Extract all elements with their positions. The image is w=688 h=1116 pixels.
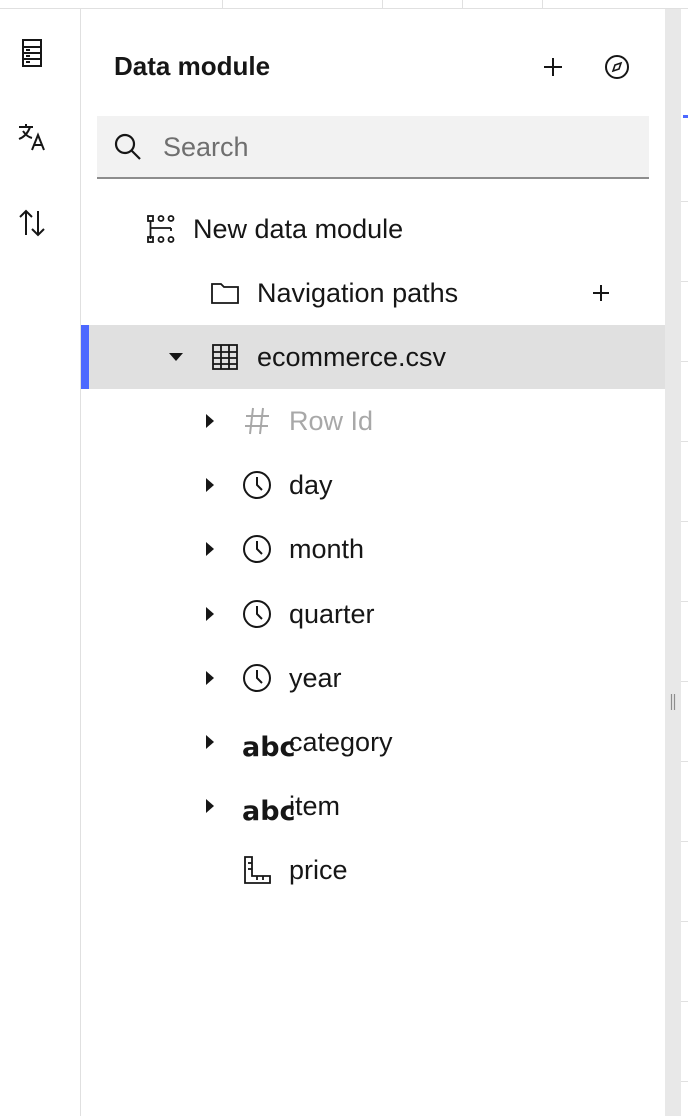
plus-icon bbox=[544, 58, 562, 76]
column-label: Row Id bbox=[289, 406, 374, 436]
data-module-icon bbox=[147, 215, 175, 243]
drag-handle-icon[interactable] bbox=[669, 693, 677, 711]
tree-item-data-module[interactable]: New data module bbox=[81, 197, 665, 261]
clock-icon bbox=[243, 471, 271, 499]
column-divider bbox=[222, 0, 223, 8]
data-table-icon bbox=[22, 39, 42, 67]
abc-icon: abc bbox=[242, 732, 296, 763]
tree-item-navigation-paths[interactable]: Navigation paths bbox=[81, 261, 665, 325]
panel-splitter[interactable] bbox=[665, 9, 681, 1116]
ruler-icon bbox=[244, 856, 271, 884]
search-input[interactable] bbox=[161, 124, 635, 170]
tree-item-label: New data module bbox=[193, 214, 404, 244]
folder-icon bbox=[211, 283, 239, 304]
top-strip bbox=[0, 0, 688, 9]
caret-right-icon[interactable] bbox=[201, 412, 219, 430]
hash-icon bbox=[245, 407, 269, 435]
column-divider bbox=[462, 0, 463, 8]
column-label: day bbox=[289, 470, 333, 500]
caret-down-icon[interactable] bbox=[167, 348, 185, 366]
column-item-month[interactable]: month bbox=[81, 517, 665, 581]
compass-icon bbox=[605, 55, 629, 79]
sort-button[interactable] bbox=[8, 199, 56, 247]
canvas-selection-accent bbox=[683, 115, 688, 118]
tree-item-table[interactable]: ecommerce.csv bbox=[81, 325, 665, 389]
plus-icon bbox=[593, 285, 609, 301]
caret-right-icon[interactable] bbox=[201, 605, 219, 623]
column-item-day[interactable]: day bbox=[81, 453, 665, 517]
data-module-panel: Data module New data module Navigation p… bbox=[81, 9, 665, 1116]
column-divider bbox=[542, 0, 543, 8]
caret-right-icon[interactable] bbox=[201, 669, 219, 687]
clock-icon bbox=[243, 664, 271, 692]
caret-right-icon[interactable] bbox=[201, 733, 219, 751]
column-label: quarter bbox=[289, 599, 375, 629]
explore-button[interactable] bbox=[597, 47, 637, 87]
caret-right-icon[interactable] bbox=[201, 540, 219, 558]
add-navigation-path-button[interactable] bbox=[581, 273, 621, 313]
table-icon bbox=[212, 344, 238, 370]
column-label: year bbox=[289, 663, 342, 693]
column-label: item bbox=[289, 791, 341, 821]
panel-title: Data module bbox=[114, 51, 271, 81]
caret-right-icon[interactable] bbox=[201, 476, 219, 494]
column-item-quarter[interactable]: quarter bbox=[81, 582, 665, 646]
search-box bbox=[97, 116, 649, 179]
column-divider bbox=[382, 0, 383, 8]
left-rail bbox=[0, 9, 81, 1116]
sort-arrows-icon bbox=[19, 209, 45, 237]
column-label: month bbox=[289, 534, 365, 564]
caret-right-icon[interactable] bbox=[201, 797, 219, 815]
search-icon bbox=[114, 133, 141, 160]
column-label: category bbox=[289, 727, 393, 757]
column-item-item[interactable]: abc item bbox=[81, 774, 665, 838]
clock-icon bbox=[243, 535, 271, 563]
add-source-button[interactable] bbox=[533, 47, 573, 87]
tree-item-label: Navigation paths bbox=[257, 278, 459, 308]
translate-button[interactable] bbox=[8, 113, 56, 161]
translate-icon bbox=[18, 124, 45, 151]
tree-item-label: ecommerce.csv bbox=[257, 342, 447, 372]
canvas-edge bbox=[681, 9, 688, 1116]
column-item-year[interactable]: year bbox=[81, 646, 665, 710]
clock-icon bbox=[243, 600, 271, 628]
abc-icon: abc bbox=[242, 796, 296, 827]
column-label: price bbox=[289, 855, 348, 885]
column-item-price[interactable]: price bbox=[81, 838, 665, 902]
column-item-category[interactable]: abc category bbox=[81, 710, 665, 774]
column-item-row-id[interactable]: Row Id bbox=[81, 389, 665, 453]
data-source-button[interactable] bbox=[8, 29, 56, 77]
